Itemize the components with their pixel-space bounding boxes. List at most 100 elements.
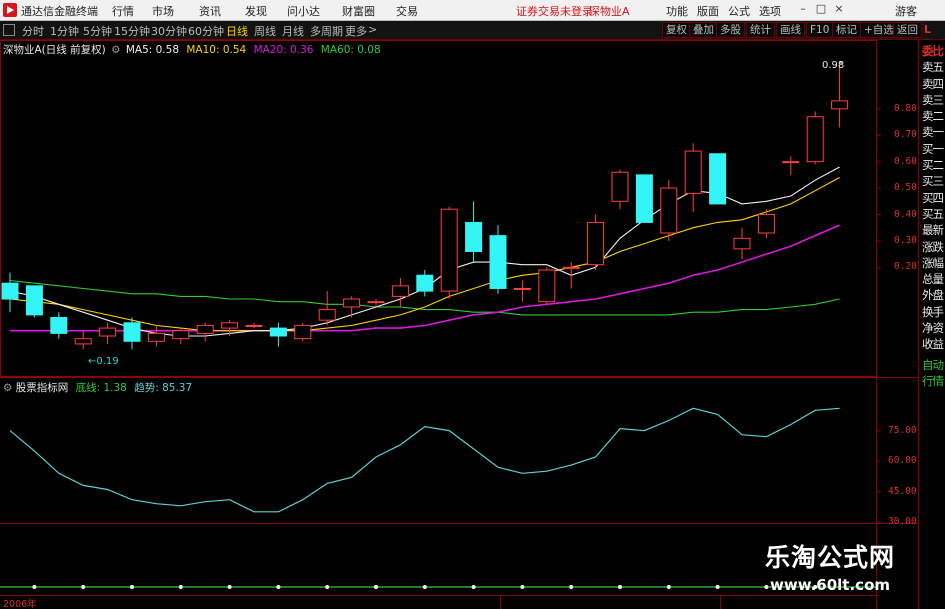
options-button[interactable]: 选项 [759,3,781,19]
side-item[interactable]: 外盘 [919,287,945,303]
base-dot [374,585,378,589]
tab-multi-period[interactable]: 多周期 [310,23,343,39]
tab-daily[interactable]: 日线 [226,23,248,39]
base-dot [227,585,232,589]
statistics-button[interactable]: 统计 [746,22,775,38]
side-item[interactable]: 卖一 [919,124,945,140]
base-dot [32,585,37,589]
menu-jiaoyi[interactable]: 交易 [396,3,418,19]
adjust-button[interactable]: 复权 [662,22,691,38]
candle[interactable] [318,291,336,326]
candle[interactable] [782,156,800,175]
chart-title: 深物业A(日线 前复权) [3,44,106,56]
kline-chart[interactable] [0,40,918,609]
app-logo-icon [3,3,17,17]
side-item[interactable]: 买三 [919,173,945,189]
candle[interactable] [587,214,605,270]
candle[interactable] [611,169,629,210]
candle[interactable] [367,299,385,307]
candle[interactable] [196,322,214,342]
candle[interactable] [1,272,19,313]
candle[interactable] [391,277,409,307]
side-item[interactable]: 卖四 [919,76,945,92]
candle[interactable] [465,201,483,263]
side-item[interactable]: 涨幅 [919,255,945,271]
menu-wenxiaoda[interactable]: 问小达 [287,3,320,19]
tab-1min[interactable]: 1分钟 [50,23,79,39]
side-item[interactable]: 卖三 [919,92,945,108]
candle[interactable] [294,322,312,342]
tab-weekly[interactable]: 周线 [254,23,276,39]
candle[interactable] [513,280,531,302]
maximize-icon[interactable]: □ [814,2,828,16]
candle[interactable] [709,153,727,205]
overlay-button[interactable]: 叠加 [689,22,718,38]
tab-30min[interactable]: 30分钟 [151,23,187,39]
candle[interactable] [635,174,653,223]
menu-caifuquan[interactable]: 财富圈 [342,3,375,19]
menu-hangqing[interactable]: 行情 [112,3,134,19]
function-button[interactable]: 功能 [666,3,688,19]
candle[interactable] [806,111,824,165]
candle[interactable] [172,328,190,344]
close-icon[interactable]: × [832,2,846,16]
side-item[interactable]: 卖五 [919,59,945,75]
candle[interactable] [538,267,556,305]
draw-line-button[interactable]: 画线 [776,22,805,38]
tab-fenshi[interactable]: 分时 [22,23,44,39]
formula-button[interactable]: 公式 [728,3,750,19]
settings-gear-icon[interactable]: ⚙ [111,44,120,56]
side-item[interactable]: 买五 [919,206,945,222]
side-item[interactable]: 买二 [919,157,945,173]
side-weibi[interactable]: 委比 [919,43,945,59]
candle[interactable] [147,325,165,347]
tab-5min[interactable]: 5分钟 [83,23,112,39]
menu-faxian[interactable]: 发现 [245,3,267,19]
candle[interactable] [440,206,458,300]
candle[interactable] [50,312,68,339]
back-button[interactable]: 返回 [893,22,922,38]
candle[interactable] [25,285,43,318]
guest-account[interactable]: 游客 [895,3,917,19]
side-item[interactable]: 总量 [919,271,945,287]
side-auto[interactable]: 自动 [919,357,945,373]
indicator-name[interactable]: 股票指标网 [16,382,69,394]
indicator-gear-icon[interactable]: ⚙ [3,382,12,394]
side-item[interactable]: 买一 [919,141,945,157]
side-item[interactable]: 净资 [919,320,945,336]
app-window: 通达信金融终端 行情 市场 资讯 发现 问小达 财富圈 交易 证券交易未登录 深… [0,0,945,609]
candle[interactable] [733,227,751,260]
side-item[interactable]: 涨跌 [919,239,945,255]
menu-zixun[interactable]: 资讯 [199,3,221,19]
f10-button[interactable]: F10 [806,22,834,38]
candle[interactable] [123,317,141,350]
side-item[interactable]: 换手 [919,304,945,320]
candle[interactable] [660,180,678,241]
more-arrow-icon[interactable]: > [368,23,377,36]
menu-shichang[interactable]: 市场 [152,3,174,19]
side-item[interactable]: 最新 [919,222,945,238]
trade-login-notice[interactable]: 证券交易未登录 [516,3,593,19]
candle[interactable] [269,322,287,347]
candle[interactable] [831,61,849,128]
multi-stock-button[interactable]: 多股 [716,22,745,38]
side-quote[interactable]: 行情 [919,373,945,389]
candle[interactable] [245,322,263,329]
mark-button[interactable]: 标记 [832,22,861,38]
side-item[interactable]: 卖二 [919,108,945,124]
layout-button[interactable]: 版面 [697,3,719,19]
tab-15min[interactable]: 15分钟 [114,23,150,39]
tab-more[interactable]: 更多 [345,23,367,39]
candle[interactable] [74,330,92,350]
candle[interactable] [343,296,361,318]
panel-toggle-icon[interactable] [3,24,15,36]
candle[interactable] [416,269,434,297]
candle[interactable] [99,322,117,344]
tab-monthly[interactable]: 月线 [282,23,304,39]
candle[interactable] [684,143,702,212]
minimize-icon[interactable]: – [796,2,810,16]
side-item[interactable]: 买四 [919,190,945,206]
tab-60min[interactable]: 60分钟 [188,23,224,39]
candle[interactable] [489,225,507,294]
side-item[interactable]: 收益 [919,336,945,352]
